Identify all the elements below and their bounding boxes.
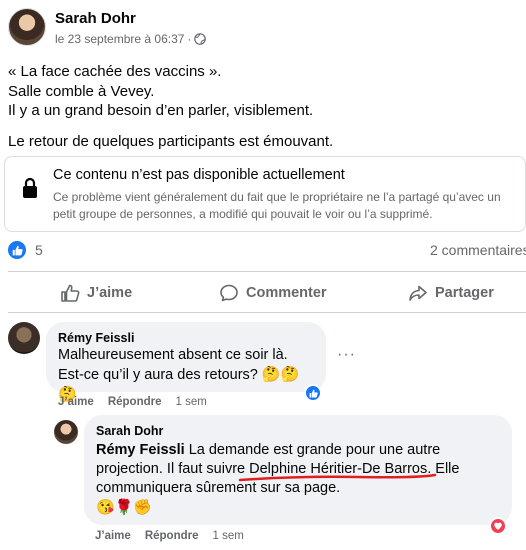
divider (8, 271, 526, 272)
comment-reply-button[interactable]: Répondre (108, 396, 162, 408)
unavailable-description: Ce problème vient généralement du fait q… (53, 190, 501, 221)
unavailable-title: Ce contenu n’est pas disponible actuelle… (53, 167, 345, 183)
reaction-stats: 5 2 commentaires (8, 240, 526, 262)
reply-bubble: Sarah Dohr Rémy Feissli La demande est g… (84, 415, 512, 525)
post-actions: J’aime Commenter Partager (8, 276, 526, 312)
reply-reply-button[interactable]: Répondre (145, 530, 199, 542)
comment-love-reaction-icon[interactable] (489, 517, 507, 535)
post-line: Le retour de quelques participants est é… (8, 132, 334, 150)
commenter-avatar[interactable] (8, 322, 40, 354)
comment-text-line: Malheureusement absent ce soir là. (58, 347, 288, 363)
post-text: « La face cachée des vaccins ». Salle co… (8, 62, 518, 151)
reply-author[interactable]: Sarah Dohr (96, 423, 500, 439)
comments-count[interactable]: 2 commentaires (430, 242, 526, 258)
reply-like-button[interactable]: J’aime (95, 530, 131, 542)
reply-time[interactable]: 1 sem (212, 530, 243, 542)
reply-actions: J’aime Répondre 1 sem (95, 530, 244, 542)
post-line: « La face cachée des vaccins ». (8, 63, 222, 80)
reply-avatar[interactable] (54, 420, 78, 444)
like-button[interactable]: J’aime (60, 276, 132, 310)
comment-bubble: Rémy Feissli Malheureusement absent ce s… (46, 322, 326, 403)
author-name[interactable]: Sarah Dohr (55, 10, 136, 27)
post-date[interactable]: le 23 septembre à 06:37 (55, 32, 184, 46)
reply-text-segment: projection. Il faut suivre (96, 461, 250, 477)
thumbs-up-icon (61, 284, 80, 302)
comment-like-button[interactable]: J’aime (58, 396, 94, 408)
comment-actions: J’aime Répondre 1 sem (58, 396, 207, 408)
share-button[interactable]: Partager (408, 276, 494, 310)
post-line: Il y a un grand besoin d’en parler, visi… (8, 102, 314, 119)
post-meta: le 23 septembre à 06:37 · (55, 32, 207, 46)
reply-emojis: 😘🌹✊ (96, 499, 153, 516)
unavailable-content-card: Ce contenu n’est pas disponible actuelle… (4, 156, 526, 232)
like-button-label: J’aime (87, 285, 133, 301)
comment-button-label: Commenter (246, 285, 327, 301)
author-avatar[interactable] (8, 8, 46, 46)
divider (8, 312, 526, 313)
comment-like-reaction-icon[interactable] (304, 384, 322, 402)
share-arrow-icon (409, 285, 427, 301)
red-underline-annotation (238, 473, 437, 482)
share-button-label: Partager (435, 285, 494, 301)
comment-time[interactable]: 1 sem (175, 396, 206, 408)
lock-icon (23, 177, 37, 198)
reaction-count[interactable]: 5 (35, 242, 43, 258)
comment-options-button[interactable]: ··· (337, 346, 356, 364)
mention-link[interactable]: Rémy Feissli (96, 442, 185, 458)
like-reaction-icon[interactable] (8, 241, 26, 259)
comment-bubble-icon (220, 284, 238, 302)
globe-icon (194, 33, 207, 45)
comment-text-line: Est-ce qu’il y aura des retours? (58, 367, 258, 383)
post-header: Sarah Dohr le 23 septembre à 06:37 · (8, 6, 518, 56)
comment-author[interactable]: Rémy Feissli (58, 330, 314, 346)
meta-separator: · (187, 32, 192, 46)
reply-text-segment: La demande est grande pour une autre (184, 442, 441, 458)
comment-button[interactable]: Commenter (219, 276, 327, 310)
post-line: Salle comble à Vevey. (8, 82, 155, 100)
